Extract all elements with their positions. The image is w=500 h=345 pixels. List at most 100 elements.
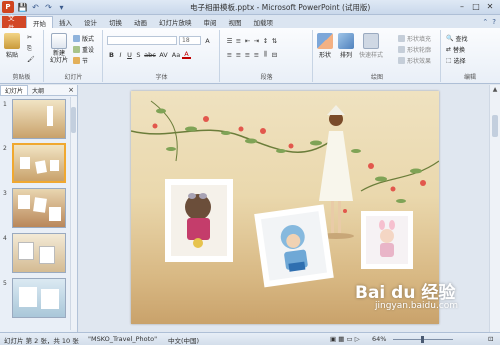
font-size-input[interactable]: 18	[179, 36, 201, 45]
copy-button[interactable]: ⎘	[27, 45, 32, 53]
language-status[interactable]: 中文(中国)	[168, 335, 199, 345]
section-button[interactable]: 节	[73, 56, 88, 65]
redo-icon[interactable]: ↷	[43, 2, 54, 13]
arrange-label: 排列	[339, 52, 352, 59]
clipboard-group-label: 剪贴板	[12, 74, 31, 81]
quick-styles-button[interactable]: 快速样式	[359, 33, 383, 59]
minimize-ribbon-icon[interactable]: ⌃	[482, 18, 488, 26]
cut-button[interactable]: ✂	[27, 34, 32, 41]
line-spacing-icon[interactable]: ↕	[261, 36, 270, 45]
new-slide-button[interactable]: 新建 幻灯片	[48, 33, 70, 64]
slide-thumbnail-1[interactable]	[12, 99, 66, 139]
save-icon[interactable]: 💾	[17, 2, 28, 13]
paragraph-row-2: ≡ ≡ ≡ ≡ ⫼ ⊟	[225, 50, 279, 59]
slide-thumbnail-3[interactable]	[12, 188, 66, 228]
shape-fill-button[interactable]: 形状填充	[398, 34, 431, 43]
italic-button[interactable]: I	[116, 50, 125, 59]
shadow-button[interactable]: S	[134, 50, 143, 59]
select-label: 选择	[453, 58, 466, 65]
shapes-button[interactable]: 形状	[317, 33, 333, 59]
theme-name-status[interactable]: "MSKO_Travel_Photo"	[88, 335, 157, 343]
justify-icon[interactable]: ≡	[252, 50, 261, 59]
arrange-button[interactable]: 排列	[338, 33, 354, 59]
baidu-watermark: Bai du 经验	[355, 283, 456, 303]
bullets-icon[interactable]: ☰	[225, 36, 234, 45]
change-case-button[interactable]: Aa	[170, 50, 182, 59]
tab-design[interactable]: 设计	[78, 16, 103, 28]
text-direction-icon[interactable]: ⇅	[270, 36, 279, 45]
arrange-icon	[338, 33, 354, 49]
replace-button[interactable]: ⇄ 替换	[446, 45, 465, 54]
align-center-icon[interactable]: ≡	[234, 50, 243, 59]
format-painter-button[interactable]: 🖌	[27, 56, 35, 63]
slide-thumbnail-4[interactable]	[12, 233, 66, 273]
font-color-button[interactable]: A	[182, 50, 191, 59]
thumbnail-photo	[41, 289, 59, 309]
align-left-icon[interactable]: ≡	[225, 50, 234, 59]
bold-button[interactable]: B	[107, 50, 116, 59]
reset-button[interactable]: 重设	[73, 45, 94, 54]
reading-view-icon[interactable]: ▭	[346, 335, 352, 343]
shape-outline-button[interactable]: 形状轮廓	[398, 45, 431, 54]
shape-effects-label: 形状效果	[407, 58, 432, 65]
align-text-icon[interactable]: ⊟	[270, 50, 279, 59]
shape-effects-button[interactable]: 形状效果	[398, 56, 431, 65]
slides-pane-scroll-thumb[interactable]	[71, 107, 76, 133]
font-grow-shrink: A	[203, 36, 212, 45]
editing-group: 🔍 查找 ⇄ 替换 ⬚ 选择 编辑	[442, 30, 498, 82]
minimize-button[interactable]: –	[455, 1, 469, 12]
help-icon[interactable]: ?	[492, 18, 496, 26]
close-pane-icon[interactable]: ×	[68, 86, 74, 94]
tab-addins[interactable]: 加载项	[248, 16, 280, 28]
zoom-level[interactable]: 64%	[372, 335, 386, 343]
tab-view[interactable]: 视图	[223, 16, 248, 28]
clipboard-group: 粘贴 ✂ ⎘ 🖌 剪贴板	[0, 30, 44, 82]
slide-sorter-icon[interactable]: ▦	[338, 335, 344, 343]
main-scrollbar[interactable]: ▲	[489, 85, 500, 332]
customize-qat-icon[interactable]: ▾	[56, 2, 67, 13]
columns-icon[interactable]: ⫼	[261, 50, 270, 59]
tab-home[interactable]: 开始	[26, 16, 53, 28]
layout-button[interactable]: 版式	[73, 34, 94, 43]
tab-review[interactable]: 审阅	[198, 16, 223, 28]
tab-file[interactable]: 文件	[2, 14, 26, 32]
grow-font-icon[interactable]: A	[203, 36, 212, 45]
drawing-group: 形状 排列 快速样式 形状填充 形状轮廓 形状效果 绘图	[314, 30, 441, 82]
close-button[interactable]: ✕	[483, 1, 497, 12]
char-spacing-button[interactable]: AV	[157, 50, 170, 59]
align-right-icon[interactable]: ≡	[243, 50, 252, 59]
underline-button[interactable]: U	[125, 50, 134, 59]
paste-button[interactable]: 粘贴	[4, 33, 20, 59]
font-name-input[interactable]	[107, 36, 177, 45]
tab-insert[interactable]: 插入	[53, 16, 78, 28]
select-button[interactable]: ⬚ 选择	[446, 56, 466, 65]
decrease-indent-icon[interactable]: ⇤	[243, 36, 252, 45]
baidu-watermark-url: jingyan.baidu.com	[375, 301, 459, 311]
tab-slides[interactable]: 幻灯片	[0, 85, 29, 95]
numbering-icon[interactable]: ≡	[234, 36, 243, 45]
tab-outline[interactable]: 大纲	[28, 85, 48, 95]
tab-transitions[interactable]: 切换	[103, 16, 128, 28]
tab-slideshow[interactable]: 幻灯片放映	[153, 16, 198, 28]
slideshow-view-icon[interactable]: ▷	[355, 335, 360, 343]
tab-animations[interactable]: 动画	[128, 16, 153, 28]
normal-view-icon[interactable]: ▣	[330, 335, 336, 343]
thumbnail-figure	[47, 106, 53, 126]
shape-fill-label: 形状填充	[407, 36, 432, 43]
maximize-button[interactable]: □	[469, 1, 483, 12]
strikethrough-button[interactable]: abc	[143, 50, 157, 59]
thumbnail-photo	[20, 157, 30, 169]
main-scroll-thumb[interactable]	[492, 115, 498, 137]
zoom-slider-knob[interactable]	[421, 336, 424, 343]
scroll-up-icon[interactable]: ▲	[490, 85, 500, 94]
slides-pane-tabs: 幻灯片 大纲 ×	[0, 85, 77, 96]
paragraph-row-1: ☰ ≡ ⇤ ⇥ ↕ ⇅	[225, 36, 279, 45]
slide-thumbnail-5[interactable]	[12, 278, 66, 318]
find-button[interactable]: 🔍 查找	[446, 34, 468, 43]
undo-icon[interactable]: ↶	[30, 2, 41, 13]
slide-thumbnail-2[interactable]	[12, 143, 66, 183]
increase-indent-icon[interactable]: ⇥	[252, 36, 261, 45]
shape-effects-icon	[398, 57, 405, 64]
fit-slide-icon[interactable]: ⊡	[488, 335, 493, 343]
paste-icon	[4, 33, 20, 49]
